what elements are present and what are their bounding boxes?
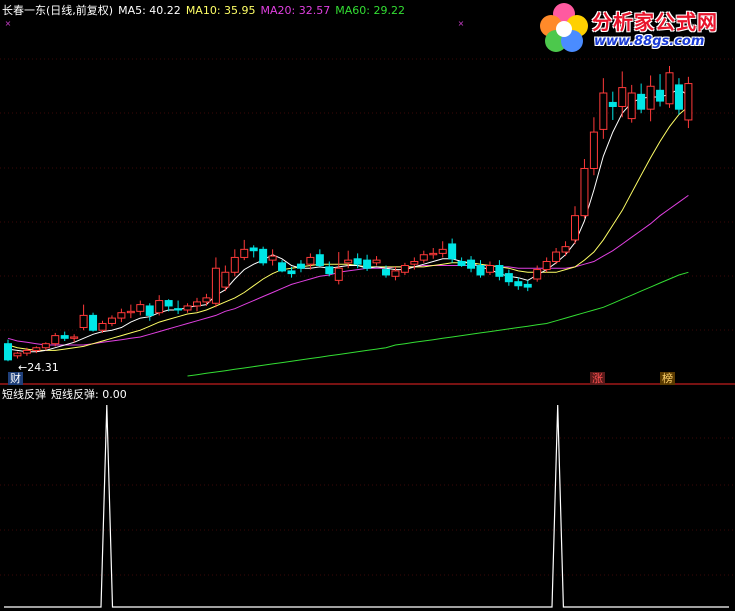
candle-body [476, 265, 485, 276]
candle-body [211, 267, 220, 304]
candle-body [419, 254, 428, 261]
candle-body [400, 265, 409, 273]
candle-body [580, 167, 589, 217]
candle-body [665, 72, 674, 105]
candle-body [221, 271, 230, 288]
candle-body [627, 92, 636, 120]
candle-body [382, 269, 390, 276]
candle-body [485, 265, 494, 273]
candle-body [32, 347, 41, 351]
candle-body [514, 281, 523, 287]
candle-body [589, 131, 598, 169]
candle-body [504, 273, 513, 283]
stock-name: 长春一东(日线,前复权) [2, 4, 114, 17]
candle-body [618, 87, 627, 107]
cross-marker: × [5, 19, 12, 28]
candle-body [372, 259, 381, 264]
candle-body [278, 262, 287, 272]
candle-body [438, 248, 447, 254]
candle-body [467, 259, 476, 269]
candle-body [22, 349, 31, 354]
candle-body [117, 312, 126, 319]
low-price-marker: ←24.31 [18, 361, 59, 374]
candle-body [155, 300, 164, 314]
candle-body [353, 258, 362, 265]
candle-body [344, 259, 353, 264]
candle-body [174, 308, 183, 311]
candle-body [646, 85, 655, 110]
price-header: 长春一东(日线,前复权) MA5: 40.22 MA10: 35.95 MA20: 3… [2, 4, 410, 17]
candle-body [240, 248, 249, 258]
candle-body [60, 335, 69, 339]
indicator-title: 短线反弹 [2, 388, 46, 401]
candle-body [98, 322, 107, 331]
candle-body [542, 260, 551, 271]
candle-body [552, 251, 561, 262]
candle-body [136, 304, 145, 312]
candle-body [523, 283, 532, 288]
candle-body [363, 259, 372, 269]
ma10-legend: MA10: 35.95 [185, 4, 256, 17]
ma20-legend: MA20: 32.57 [260, 4, 331, 17]
ma5-legend: MA5: 40.22 [118, 4, 181, 17]
candle-body [656, 89, 665, 102]
indicator-header: 短线反弹 短线反弹: 0.00 [2, 388, 132, 401]
candle-body [561, 246, 570, 253]
candle-body [495, 265, 504, 277]
logo-title: 分析家公式网 [592, 10, 718, 34]
candle-body [13, 352, 22, 357]
stock-chart: × × [0, 0, 735, 611]
candle-body [637, 93, 646, 110]
candle-body [89, 314, 98, 331]
candle-body [334, 267, 343, 281]
ranking-tag[interactable]: 榜 [660, 372, 675, 385]
candle-body [457, 260, 466, 267]
logo-url: www.88gs.com [594, 34, 705, 49]
candle-body [287, 270, 296, 275]
candle-body [391, 270, 400, 277]
candle-body [230, 256, 239, 273]
candle-body [259, 248, 268, 264]
candle-body [164, 300, 173, 307]
candle-body [533, 269, 542, 280]
candle-body [571, 215, 579, 241]
limit-up-tag[interactable]: 涨 [590, 372, 605, 385]
candle-body [315, 254, 324, 267]
candle-body [599, 92, 608, 130]
candle-body [107, 317, 116, 324]
candle-body [448, 243, 457, 260]
candle-body [410, 260, 419, 265]
candle-body [249, 247, 258, 252]
candle-body [684, 83, 693, 121]
candle-body [296, 263, 305, 269]
candle-body [674, 84, 683, 110]
candle-body [41, 343, 50, 349]
candle-body [608, 101, 617, 107]
candle-body [429, 252, 438, 256]
candle-body [268, 255, 277, 261]
candle-body [126, 310, 135, 314]
finance-tag[interactable]: 财 [8, 372, 23, 385]
candle-body [325, 266, 334, 275]
candle-body [202, 297, 211, 303]
site-logo: 分析家公式网 www.88gs.com [532, 0, 735, 56]
candle-body [70, 336, 79, 339]
candle-body [4, 343, 12, 361]
candle-body [51, 335, 60, 345]
cross-marker: × [458, 19, 465, 28]
candle-body [193, 301, 201, 307]
candle-body [183, 305, 192, 311]
candle-body [306, 256, 315, 265]
candle-body [79, 314, 88, 329]
candle-body [145, 305, 154, 316]
indicator-value: 短线反弹: 0.00 [51, 388, 127, 401]
flower-logo-icon [540, 3, 588, 52]
ma60-legend: MA60: 29.22 [335, 4, 405, 17]
